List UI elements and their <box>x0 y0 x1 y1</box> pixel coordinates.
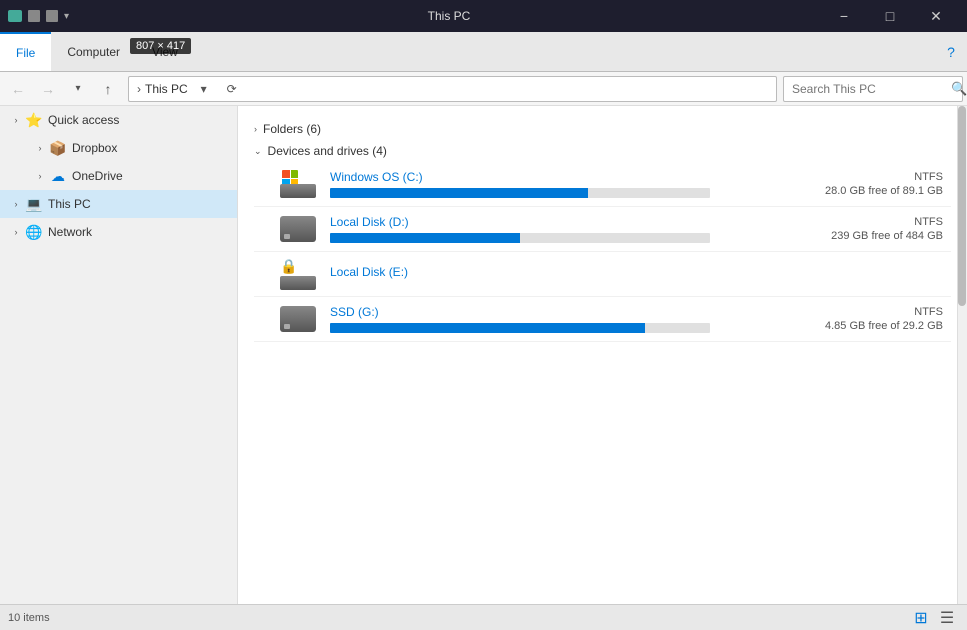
dropbox-icon: 📦 <box>48 138 68 158</box>
network-icon: 🌐 <box>24 222 44 242</box>
quick-access-chevron: › <box>8 115 24 125</box>
g-drive-info: SSD (G:) <box>330 305 791 333</box>
view-grid-button[interactable]: ⊞ <box>909 608 933 628</box>
c-drive-info: Windows OS (C:) <box>330 170 791 198</box>
scrollbar-thumb[interactable] <box>958 106 966 306</box>
e-drive-icon: 🔒 <box>278 258 318 290</box>
app-icon-monitor <box>8 10 22 22</box>
g-drive-bar-fill <box>330 323 645 333</box>
address-bar-dropdown[interactable]: ▾ <box>192 77 216 101</box>
search-icon: 🔍 <box>951 81 967 97</box>
close-button[interactable]: ✕ <box>913 0 959 32</box>
this-pc-icon: 💻 <box>24 194 44 214</box>
drives-section-header[interactable]: ⌄ Devices and drives (4) <box>254 144 951 158</box>
main-layout: › ⭐ Quick access › 📦 Dropbox › ☁ OneDriv… <box>0 106 967 604</box>
drive-item-g[interactable]: SSD (G:) NTFS 4.85 GB free of 29.2 GB <box>254 297 951 342</box>
c-drive-filesystem: NTFS <box>803 171 943 183</box>
status-bar-view-controls: ⊞ ☰ <box>909 608 959 628</box>
help-button[interactable]: ? <box>935 32 967 71</box>
d-drive-bar <box>330 233 710 243</box>
folders-chevron: › <box>254 124 257 134</box>
drive-item-e[interactable]: 🔒 Local Disk (E:) <box>254 252 951 297</box>
d-drive-info: Local Disk (D:) <box>330 215 791 243</box>
ribbon-tab-file[interactable]: File <box>0 32 51 71</box>
dropbox-label: Dropbox <box>72 141 117 155</box>
dimension-tooltip: 807 × 417 <box>130 38 191 54</box>
d-drive-name: Local Disk (D:) <box>330 215 791 229</box>
up-button[interactable]: ↑ <box>94 75 122 103</box>
address-bar[interactable]: › This PC ▾ ⟳ <box>128 76 777 102</box>
e-drive-info: Local Disk (E:) <box>330 265 791 283</box>
address-bar-refresh[interactable]: ⟳ <box>220 77 244 101</box>
d-drive-bar-fill <box>330 233 520 243</box>
onedrive-icon: ☁ <box>48 166 68 186</box>
drive-item-d[interactable]: Local Disk (D:) NTFS 239 GB free of 484 … <box>254 207 951 252</box>
c-drive-icon <box>278 168 318 200</box>
quick-access-icon: ⭐ <box>24 110 44 130</box>
search-input[interactable] <box>792 82 947 96</box>
address-bar-folder-icon: › <box>137 82 141 96</box>
maximize-button[interactable]: □ <box>867 0 913 32</box>
this-pc-label: This PC <box>48 197 91 211</box>
g-drive-filesystem: NTFS <box>803 306 943 318</box>
sidebar-item-network[interactable]: › 🌐 Network <box>0 218 237 246</box>
sidebar-item-dropbox[interactable]: › 📦 Dropbox <box>0 134 237 162</box>
recent-locations-button[interactable]: ▾ <box>64 75 92 103</box>
content-area: › Folders (6) ⌄ Devices and drives (4) <box>238 106 967 604</box>
app-icon-pin <box>46 10 58 22</box>
d-drive-filesystem: NTFS <box>803 216 943 228</box>
status-bar: 10 items ⊞ ☰ <box>0 604 967 630</box>
scrollbar[interactable] <box>957 106 967 604</box>
d-drive-icon <box>278 213 318 245</box>
sidebar-item-quick-access[interactable]: › ⭐ Quick access <box>0 106 237 134</box>
item-count: 10 items <box>8 612 50 624</box>
folders-label: Folders (6) <box>263 122 321 136</box>
dropbox-chevron: › <box>32 143 48 153</box>
title-bar-controls: − □ ✕ <box>821 0 959 32</box>
folders-section-header[interactable]: › Folders (6) <box>254 122 951 136</box>
title-bar-app-icons: ▾ <box>8 10 69 22</box>
sidebar-item-onedrive[interactable]: › ☁ OneDrive <box>0 162 237 190</box>
drives-label: Devices and drives (4) <box>268 144 387 158</box>
ribbon-tab-computer[interactable]: Computer <box>51 32 136 71</box>
app-icon-save <box>28 10 40 22</box>
onedrive-chevron: › <box>32 171 48 181</box>
minimize-button[interactable]: − <box>821 0 867 32</box>
forward-button[interactable]: → <box>34 75 62 103</box>
quick-access-arrow: ▾ <box>64 11 69 22</box>
d-drive-space: 239 GB free of 484 GB <box>803 230 943 242</box>
back-button[interactable]: ← <box>4 75 32 103</box>
search-box[interactable]: 🔍 <box>783 76 963 102</box>
c-drive-bar <box>330 188 710 198</box>
c-drive-name: Windows OS (C:) <box>330 170 791 184</box>
network-chevron: › <box>8 227 24 237</box>
c-drive-bar-fill <box>330 188 588 198</box>
onedrive-label: OneDrive <box>72 169 123 183</box>
this-pc-chevron: › <box>8 199 24 209</box>
g-drive-name: SSD (G:) <box>330 305 791 319</box>
address-bar-path: This PC <box>145 82 188 96</box>
quick-access-label: Quick access <box>48 113 119 127</box>
title-bar: ▾ This PC − □ ✕ <box>0 0 967 32</box>
e-drive-name: Local Disk (E:) <box>330 265 791 279</box>
g-drive-bar <box>330 323 710 333</box>
sidebar: › ⭐ Quick access › 📦 Dropbox › ☁ OneDriv… <box>0 106 238 604</box>
sidebar-item-this-pc[interactable]: › 💻 This PC <box>0 190 237 218</box>
g-drive-icon <box>278 303 318 335</box>
network-label: Network <box>48 225 92 239</box>
window-title: This PC <box>77 9 821 23</box>
nav-bar: ← → ▾ ↑ › This PC ▾ ⟳ 🔍 <box>0 72 967 106</box>
c-drive-space: 28.0 GB free of 89.1 GB <box>803 185 943 197</box>
g-drive-meta: NTFS 4.85 GB free of 29.2 GB <box>803 306 943 332</box>
c-drive-meta: NTFS 28.0 GB free of 89.1 GB <box>803 171 943 197</box>
g-drive-space: 4.85 GB free of 29.2 GB <box>803 320 943 332</box>
drives-chevron: ⌄ <box>254 146 262 157</box>
d-drive-meta: NTFS 239 GB free of 484 GB <box>803 216 943 242</box>
view-list-button[interactable]: ☰ <box>935 608 959 628</box>
drive-item-c[interactable]: Windows OS (C:) NTFS 28.0 GB free of 89.… <box>254 162 951 207</box>
